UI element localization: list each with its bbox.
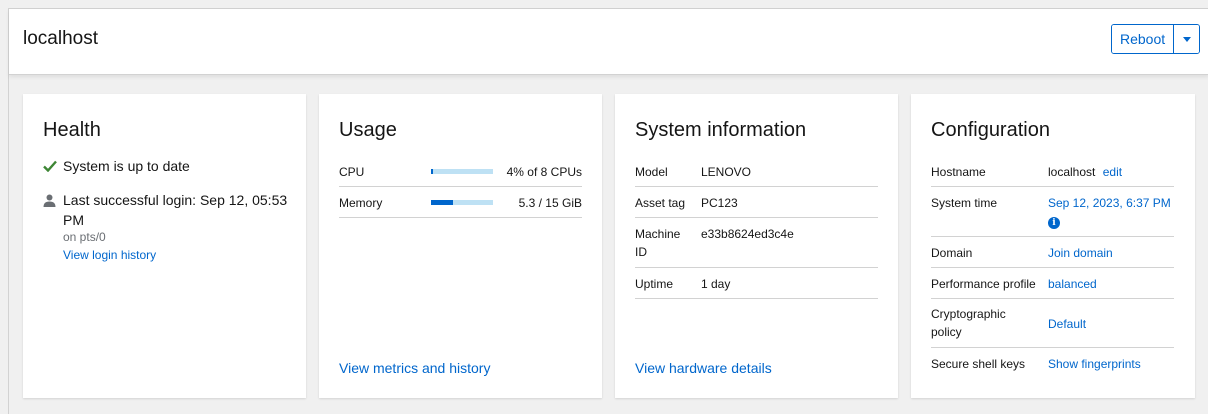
- login-terminal: on pts/0: [63, 230, 106, 244]
- reboot-options-toggle[interactable]: [1173, 25, 1200, 53]
- performance-profile-label: Performance profile: [931, 277, 1036, 291]
- system-row-model: Model LENOVO: [635, 157, 878, 187]
- user-icon: [43, 190, 63, 230]
- config-row-ssh-keys: Secure shell keys Show fingerprints: [931, 349, 1174, 379]
- memory-progress-fill: [431, 200, 453, 205]
- memory-value: 5.3 / 15 GiB: [518, 196, 582, 210]
- machine-id-value: e33b8624ed3c4e: [701, 227, 794, 241]
- cpu-progress-bar: [431, 169, 493, 174]
- view-hardware-details-link[interactable]: View hardware details: [635, 360, 772, 376]
- system-info-title: System information: [635, 119, 807, 141]
- memory-label: Memory: [339, 196, 383, 210]
- page-title: localhost: [23, 28, 98, 49]
- info-icon[interactable]: i: [1048, 217, 1060, 229]
- system-row-uptime: Uptime 1 day: [635, 269, 878, 299]
- asset-tag-value: PC123: [701, 196, 738, 210]
- config-row-hostname: Hostname localhost edit: [931, 157, 1174, 187]
- last-login-text: Last successful login: Sep 12, 05:53: [63, 192, 288, 208]
- view-login-history-link[interactable]: View login history: [63, 248, 156, 262]
- last-login: Last successful login: Sep 12, 05:53 PM: [43, 190, 287, 230]
- reboot-button[interactable]: Reboot: [1112, 25, 1174, 53]
- usage-card: Usage CPU 4% of 8 CPUs Memory 5.3 / 15 G…: [319, 94, 602, 398]
- uptime-value: 1 day: [701, 277, 731, 291]
- health-title: Health: [43, 119, 101, 141]
- show-fingerprints-link[interactable]: Show fingerprints: [1048, 355, 1141, 373]
- configuration-card: Configuration Hostname localhost edit Sy…: [911, 94, 1195, 398]
- config-row-domain: Domain Join domain: [931, 238, 1174, 268]
- caret-down-icon: [1182, 36, 1191, 42]
- crypto-policy-link[interactable]: Default: [1048, 315, 1086, 333]
- performance-profile-link[interactable]: balanced: [1048, 275, 1097, 293]
- overview-page: localhost Reboot Health System is up to …: [8, 8, 1208, 414]
- update-status-text: System is up to date: [63, 158, 190, 174]
- check-icon: [43, 156, 63, 176]
- system-row-asset-tag: Asset tag PC123: [635, 188, 878, 218]
- memory-progress-bar: [431, 200, 493, 205]
- page-header: localhost Reboot: [9, 9, 1208, 75]
- model-label: Model: [635, 165, 668, 179]
- uptime-label: Uptime: [635, 277, 674, 291]
- machine-id-label-cont: ID: [635, 245, 647, 259]
- asset-tag-label: Asset tag: [635, 196, 686, 210]
- last-login-text-cont: PM: [63, 212, 84, 228]
- machine-id-label: Machine: [635, 227, 681, 241]
- cpu-label: CPU: [339, 165, 365, 179]
- crypto-policy-label-cont: policy: [931, 325, 962, 339]
- update-status: System is up to date: [43, 156, 190, 176]
- cpu-value: 4% of 8 CPUs: [506, 165, 582, 179]
- ssh-keys-label: Secure shell keys: [931, 357, 1026, 371]
- system-row-machine-id: Machine ID e33b8624ed3c4e: [635, 219, 878, 268]
- config-row-crypto-policy: Cryptographic policy Default: [931, 300, 1174, 348]
- usage-title: Usage: [339, 119, 397, 141]
- model-value: LENOVO: [701, 165, 752, 179]
- system-info-card: System information Model LENOVO Asset ta…: [615, 94, 898, 398]
- crypto-policy-label: Cryptographic: [931, 307, 1006, 321]
- join-domain-link[interactable]: Join domain: [1048, 244, 1113, 262]
- system-time-link[interactable]: Sep 12, 2023, 6:37 PM: [1048, 194, 1171, 212]
- system-time-label: System time: [931, 196, 998, 210]
- hostname-label: Hostname: [931, 165, 986, 179]
- config-row-system-time: System time Sep 12, 2023, 6:37 PM i: [931, 188, 1174, 237]
- usage-row-memory: Memory 5.3 / 15 GiB: [339, 188, 582, 218]
- reboot-split-button: Reboot: [1111, 24, 1201, 54]
- cpu-progress-fill: [431, 169, 434, 174]
- health-card: Health System is up to date Last success…: [23, 94, 306, 398]
- hostname-edit-link[interactable]: edit: [1103, 165, 1122, 179]
- config-row-performance-profile: Performance profile balanced: [931, 269, 1174, 299]
- configuration-title: Configuration: [931, 119, 1050, 141]
- usage-row-cpu: CPU 4% of 8 CPUs: [339, 157, 582, 187]
- view-metrics-link[interactable]: View metrics and history: [339, 360, 490, 376]
- hostname-value: localhost: [1048, 165, 1096, 179]
- domain-label: Domain: [931, 246, 973, 260]
